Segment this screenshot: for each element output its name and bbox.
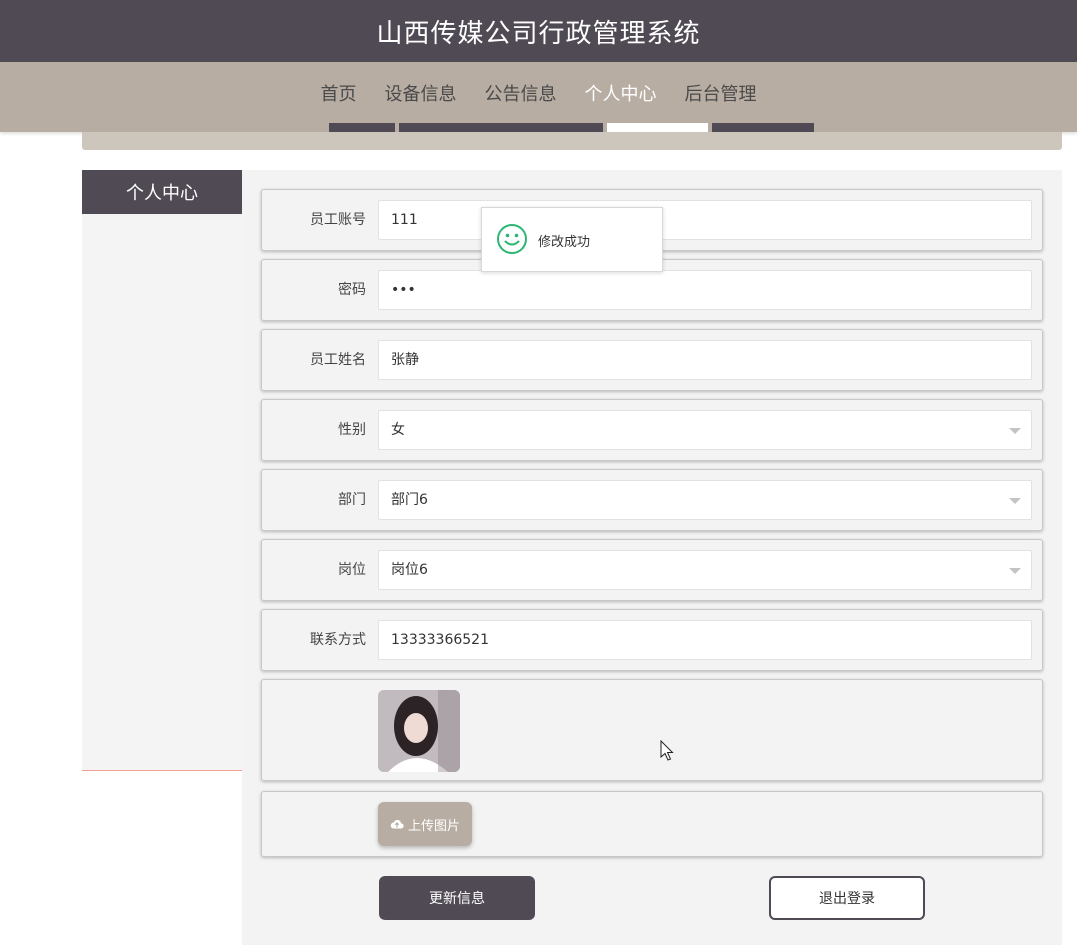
nav-item-announcements[interactable]: 公告信息 [485, 80, 557, 106]
avatar-image [378, 690, 460, 772]
account-input[interactable]: 111 [378, 200, 1032, 240]
password-label: 密码 [338, 282, 366, 298]
gender-select[interactable]: 女 [378, 410, 1032, 450]
position-value: 岗位6 [391, 562, 428, 578]
name-input[interactable]: 张静 [378, 340, 1032, 380]
breadcrumb-bar [82, 132, 1062, 150]
form-row-gender: 性别 女 [261, 399, 1043, 461]
nav-item-personal-center[interactable]: 个人中心 [585, 80, 657, 106]
upload-image-label: 上传图片 [407, 818, 460, 834]
main-nav: 首页 设备信息 公告信息 个人中心 后台管理 [0, 62, 1077, 132]
account-label: 员工账号 [310, 212, 366, 228]
chevron-down-icon [1009, 498, 1021, 504]
sidebar: 个人中心 [82, 170, 242, 771]
nav-item-admin[interactable]: 后台管理 [685, 80, 757, 106]
upload-image-button[interactable]: 上传图片 [378, 802, 472, 846]
site-title: 山西传媒公司行政管理系统 [376, 18, 701, 49]
form-row-position: 岗位 岗位6 [261, 539, 1043, 601]
chevron-down-icon [1009, 568, 1021, 574]
gender-value: 女 [391, 422, 405, 438]
nav-item-equipment[interactable]: 设备信息 [385, 80, 457, 106]
cloud-upload-icon [390, 820, 404, 829]
name-label: 员工姓名 [310, 352, 366, 368]
mouse-cursor-icon [660, 740, 674, 761]
password-input[interactable]: ••• [378, 270, 1032, 310]
profile-form: 员工账号 111 密码 ••• 员工姓名 张静 性别 女 部门 部门6 岗位 岗… [242, 170, 1062, 945]
department-select[interactable]: 部门6 [378, 480, 1032, 520]
nav-active-underline [607, 123, 708, 132]
nav-underline [712, 123, 814, 132]
update-info-button[interactable]: 更新信息 [379, 876, 535, 920]
top-header: 山西传媒公司行政管理系统 [0, 0, 1077, 62]
phone-input[interactable]: 13333366521 [378, 620, 1032, 660]
form-row-avatar [261, 679, 1043, 781]
nav-item-home[interactable]: 首页 [321, 80, 357, 106]
logout-button[interactable]: 退出登录 [769, 876, 925, 920]
success-toast: 修改成功 [481, 207, 663, 272]
department-label: 部门 [338, 492, 366, 508]
nav-items: 首页 设备信息 公告信息 个人中心 后台管理 [0, 80, 1077, 106]
sidebar-title[interactable]: 个人中心 [82, 170, 242, 214]
form-row-phone: 联系方式 13333366521 [261, 609, 1043, 671]
smile-icon [497, 224, 527, 254]
nav-underline [329, 123, 395, 132]
form-row-upload: 上传图片 [261, 791, 1043, 857]
nav-underline [399, 123, 603, 132]
toast-message: 修改成功 [538, 235, 591, 250]
position-select[interactable]: 岗位6 [378, 550, 1032, 590]
form-row-department: 部门 部门6 [261, 469, 1043, 531]
chevron-down-icon [1009, 428, 1021, 434]
phone-label: 联系方式 [310, 632, 366, 648]
position-label: 岗位 [338, 562, 366, 578]
form-row-name: 员工姓名 张静 [261, 329, 1043, 391]
department-value: 部门6 [391, 492, 428, 508]
gender-label: 性别 [338, 422, 366, 438]
